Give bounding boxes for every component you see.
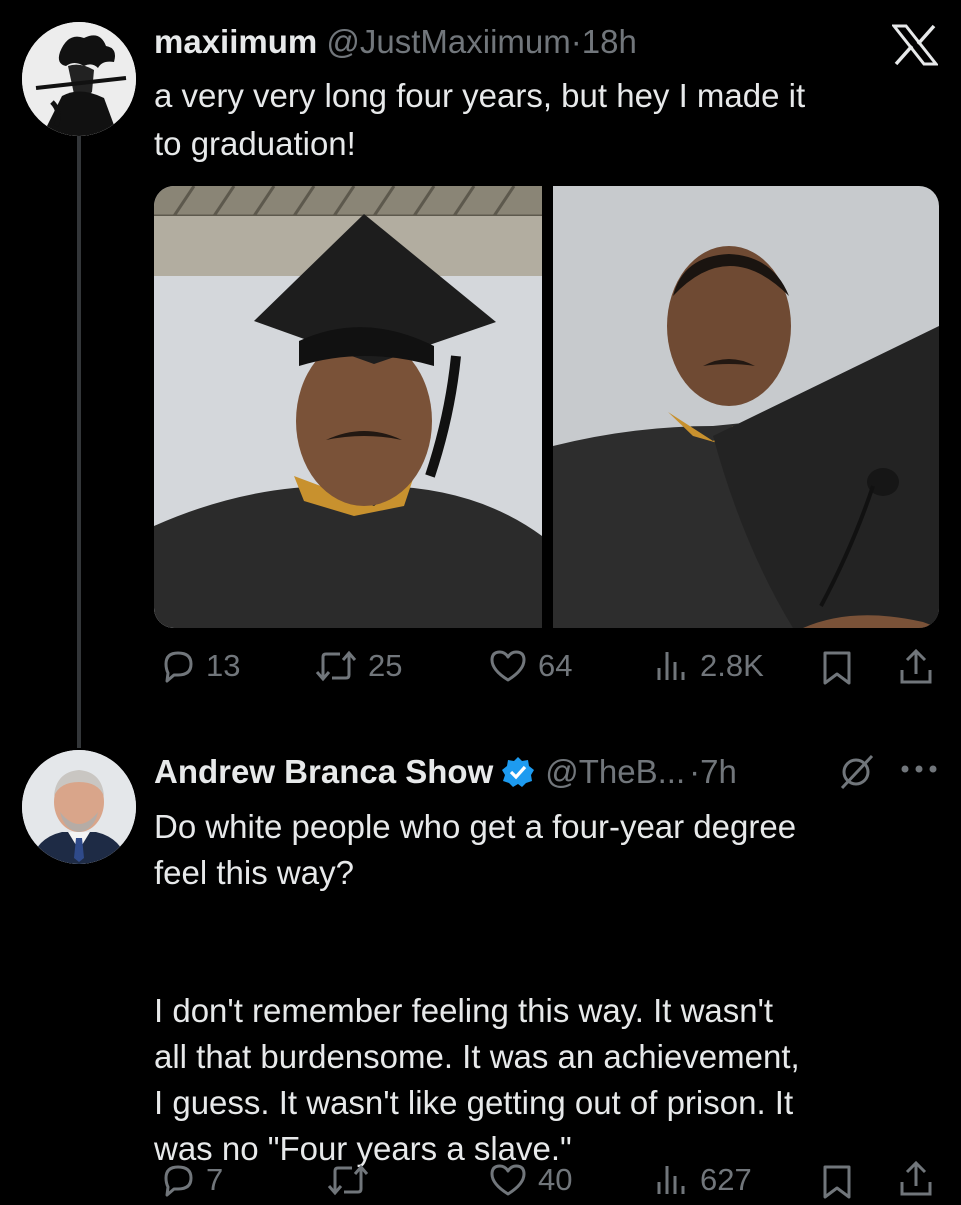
tweet2-text: Do white people who get a four-year degr… — [154, 808, 800, 1167]
views-button[interactable]: 2.8K — [654, 648, 764, 684]
retweet-icon — [315, 650, 357, 682]
tweet2-header: Andrew Branca Show @TheB... · 7h — [154, 752, 737, 792]
reply-button[interactable]: 13 — [160, 648, 240, 684]
like-button[interactable]: 40 — [488, 1162, 572, 1198]
retweet-button[interactable]: 25 — [314, 648, 402, 684]
share-button[interactable] — [898, 1160, 934, 1203]
views-count: 627 — [700, 1162, 752, 1197]
heart-icon — [490, 1164, 526, 1196]
like-button[interactable]: 64 — [488, 648, 572, 684]
grok-icon[interactable] — [836, 752, 876, 797]
views-button[interactable]: 627 — [654, 1162, 752, 1198]
tweet1-text: a very very long four years, but hey I m… — [154, 77, 806, 162]
retweet-button[interactable] — [326, 1162, 370, 1198]
reply-count: 13 — [206, 648, 241, 683]
heart-icon — [490, 650, 526, 682]
avatar-andrew-branca[interactable] — [22, 750, 136, 864]
like-count: 40 — [538, 1162, 573, 1197]
tweet1-header: maxiimum @JustMaxiimum·18h — [154, 22, 637, 62]
profile-photo-icon — [22, 750, 136, 864]
graduation-photo-1[interactable] — [154, 186, 542, 628]
views-chart-icon — [657, 1166, 685, 1194]
share-icon — [900, 1160, 932, 1196]
retweet-icon — [327, 1164, 369, 1196]
thread-line — [77, 128, 81, 748]
x-logo-icon — [890, 24, 940, 66]
reply-icon — [164, 1165, 193, 1197]
bookmark-button[interactable] — [821, 1164, 853, 1205]
graduation-photo-2[interactable] — [553, 186, 939, 628]
bookmark-icon — [823, 1165, 851, 1199]
separator-dot: · — [570, 23, 582, 60]
reply-button[interactable]: 7 — [160, 1162, 223, 1198]
views-count: 2.8K — [700, 648, 764, 683]
separator-dot: · — [689, 753, 701, 790]
share-icon — [900, 648, 932, 684]
retweet-count: 25 — [368, 648, 403, 683]
timestamp[interactable]: 18h — [582, 23, 637, 60]
display-name[interactable]: maxiimum — [154, 23, 317, 60]
bookmark-icon — [823, 651, 851, 685]
handle[interactable]: @TheB... — [545, 752, 685, 792]
reply-icon — [164, 651, 193, 683]
reply-count: 7 — [206, 1162, 224, 1197]
avatar-maxiimum[interactable] — [22, 22, 136, 136]
like-count: 64 — [538, 648, 573, 683]
handle[interactable]: @JustMaxiimum — [326, 23, 570, 60]
share-button[interactable] — [898, 648, 934, 691]
more-options-icon[interactable] — [900, 762, 938, 781]
views-chart-icon — [657, 652, 685, 680]
samurai-avatar-icon — [22, 22, 136, 136]
timestamp[interactable]: 7h — [700, 752, 737, 792]
display-name[interactable]: Andrew Branca Show — [154, 752, 493, 792]
bookmark-button[interactable] — [821, 650, 853, 691]
verified-badge-icon — [501, 755, 535, 789]
